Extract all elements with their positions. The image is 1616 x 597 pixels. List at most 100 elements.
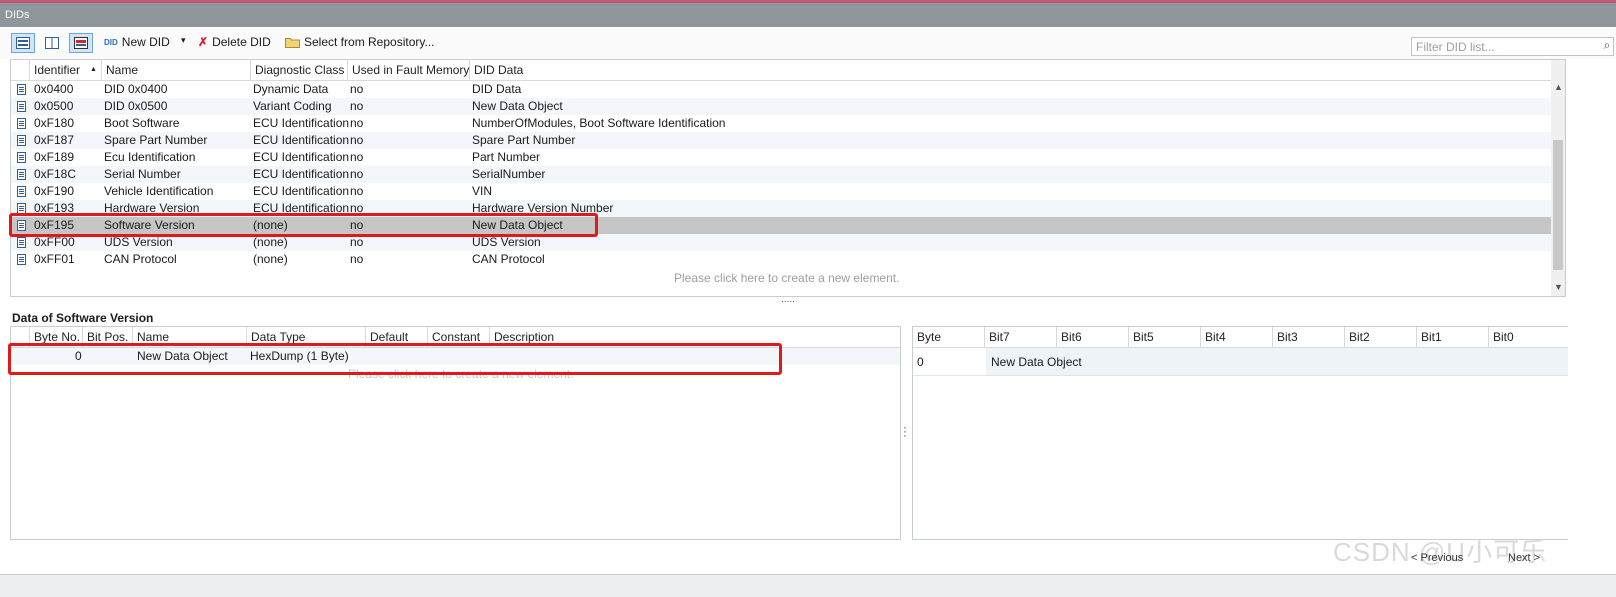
window-title: DIDs (0, 3, 1616, 27)
table-row[interactable]: 0x0400 DID 0x0400 Dynamic Data no DID Data (11, 81, 1551, 98)
table-row[interactable]: 0xF18C Serial Number ECU Identification no S… (11, 166, 1551, 183)
header-bit2: Bit2 (1345, 327, 1417, 347)
cell-did-data: New Data Object (472, 99, 563, 113)
scroll-up-icon[interactable]: ▲ (1554, 82, 1563, 92)
cell-did-data: CAN Protocol (472, 252, 545, 266)
cell-did-data: Part Number (472, 150, 541, 164)
bit-row-byte: 0 (917, 355, 924, 369)
did-create-hint[interactable]: Please click here to create a new elemen… (674, 271, 899, 285)
cell-name: CAN Protocol (104, 252, 177, 266)
search-icon[interactable]: ⌕ (1600, 38, 1614, 55)
table-row[interactable]: 0xF180 Boot Software ECU Identification no N… (11, 115, 1551, 132)
highlight-selected-did-row (9, 213, 598, 237)
document-icon (17, 186, 26, 197)
cell-identifier: 0xFF01 (34, 252, 75, 266)
cell-diagnostic-class: (none) (253, 252, 288, 266)
cell-identifier: 0xF18C (34, 167, 77, 181)
new-did-dropdown[interactable]: ▾ (181, 35, 186, 46)
header-identifier[interactable]: Identifier ▲ (30, 60, 102, 80)
highlight-data-row (8, 343, 782, 375)
scroll-down-icon[interactable]: ▼ (1554, 282, 1563, 292)
cell-diagnostic-class: ECU Identification (253, 116, 350, 130)
header-name[interactable]: Name (102, 60, 251, 80)
folder-icon (285, 38, 300, 48)
document-icon (17, 118, 26, 129)
document-icon (17, 237, 26, 248)
did-table-scrollbar[interactable]: ▲ ▼ (1551, 60, 1565, 296)
cell-did-data: SerialNumber (472, 167, 546, 181)
list-view-icon (16, 37, 30, 49)
cell-did-data: NumberOfModules, Boot Software Identific… (472, 116, 726, 130)
bit-layout-row[interactable]: 0 New Data Object (913, 348, 1568, 376)
next-button[interactable]: Next > (1508, 552, 1540, 564)
cell-identifier: 0xF190 (34, 184, 75, 198)
cell-fault-memory: no (350, 167, 364, 181)
new-did-icon: DID (104, 37, 118, 47)
cell-diagnostic-class: Variant Coding (253, 99, 332, 113)
cell-did-data: VIN (472, 184, 493, 198)
filter-did-input[interactable]: Filter DID list... (1411, 37, 1614, 56)
data-section-title: Data of Software Version (12, 311, 154, 325)
cell-fault-memory: no (350, 99, 364, 113)
table-row[interactable]: 0xF187 Spare Part Number ECU Identificatio… (11, 132, 1551, 149)
select-repository-button[interactable]: Select from Repository... (285, 35, 435, 49)
document-icon (17, 101, 26, 112)
cell-diagnostic-class: ECU Identification (253, 133, 350, 147)
cell-name: Vehicle Identification (104, 184, 214, 198)
cell-name: DID 0x0400 (104, 82, 168, 96)
bit-layout-table: Byte Bit7 Bit6 Bit5 Bit4 Bit3 Bit2 Bit1 … (912, 326, 1568, 540)
header-bit6: Bit6 (1057, 327, 1129, 347)
header-byte: Byte (913, 327, 985, 347)
cell-identifier: 0x0400 (34, 82, 74, 96)
cell-name: Serial Number (104, 167, 181, 181)
split-view-icon (45, 37, 59, 49)
status-bar (0, 574, 1616, 597)
delete-did-button[interactable]: ✗ Delete DID (198, 35, 271, 49)
detail-view-icon (74, 37, 88, 49)
header-used-in-fault-memory[interactable]: Used in Fault Memory (348, 60, 470, 80)
new-did-button[interactable]: DID New DID (104, 35, 170, 49)
cell-identifier: 0xF189 (34, 150, 75, 164)
header-icon-column (11, 60, 30, 80)
cell-diagnostic-class: ECU Identification (253, 150, 350, 164)
view-split-button[interactable] (40, 33, 64, 53)
cell-name: DID 0x0500 (104, 99, 168, 113)
cell-diagnostic-class: Dynamic Data (253, 82, 329, 96)
view-list-button[interactable] (11, 33, 35, 53)
cell-name: Boot Software (104, 116, 180, 130)
table-row[interactable]: 0xF190 Vehicle Identification ECU Identifi… (11, 183, 1551, 200)
table-row[interactable]: 0xFF01 CAN Protocol (none) no CAN Protocol (11, 251, 1551, 268)
cell-fault-memory: no (350, 116, 364, 130)
header-bit4: Bit4 (1201, 327, 1273, 347)
cell-fault-memory: no (350, 252, 364, 266)
did-table: Identifier ▲ Name Diagnostic Class Used i… (10, 59, 1566, 297)
cell-fault-memory: no (350, 82, 364, 96)
cell-fault-memory: no (350, 150, 364, 164)
header-diagnostic-class[interactable]: Diagnostic Class (251, 60, 348, 80)
cell-fault-memory: no (350, 184, 364, 198)
cell-name: Spare Part Number (104, 133, 208, 147)
table-row[interactable]: 0xF189 Ecu Identification ECU Identificati… (11, 149, 1551, 166)
document-icon (17, 84, 26, 95)
view-detail-button[interactable] (69, 33, 93, 53)
previous-button[interactable]: < Previous (1411, 552, 1463, 564)
header-bit5: Bit5 (1129, 327, 1201, 347)
header-bit0: Bit0 (1493, 330, 1514, 344)
cell-identifier: 0x0500 (34, 99, 74, 113)
bit-object-block[interactable]: New Data Object (986, 348, 1568, 375)
document-icon (17, 169, 26, 180)
cell-did-data: DID Data (472, 82, 522, 96)
vertical-splitter-grip[interactable]: · · · (903, 421, 907, 441)
table-row[interactable]: 0x0500 DID 0x0500 Variant Coding no New Data… (11, 98, 1551, 115)
header-bit7: Bit7 (985, 327, 1057, 347)
header-bit1: Bit1 (1417, 327, 1489, 347)
cell-name: Ecu Identification (104, 150, 196, 164)
cell-did-data: Spare Part Number (472, 133, 576, 147)
did-table-header: Identifier ▲ Name Diagnostic Class Used i… (11, 60, 1551, 81)
horizontal-splitter-grip[interactable]: ..... (781, 294, 795, 305)
document-icon (17, 135, 26, 146)
header-did-data[interactable]: DID Data (470, 60, 1551, 80)
bit-object-label: New Data Object (991, 355, 1082, 369)
cell-identifier: 0xF180 (34, 116, 75, 130)
scrollbar-thumb[interactable] (1553, 140, 1563, 270)
